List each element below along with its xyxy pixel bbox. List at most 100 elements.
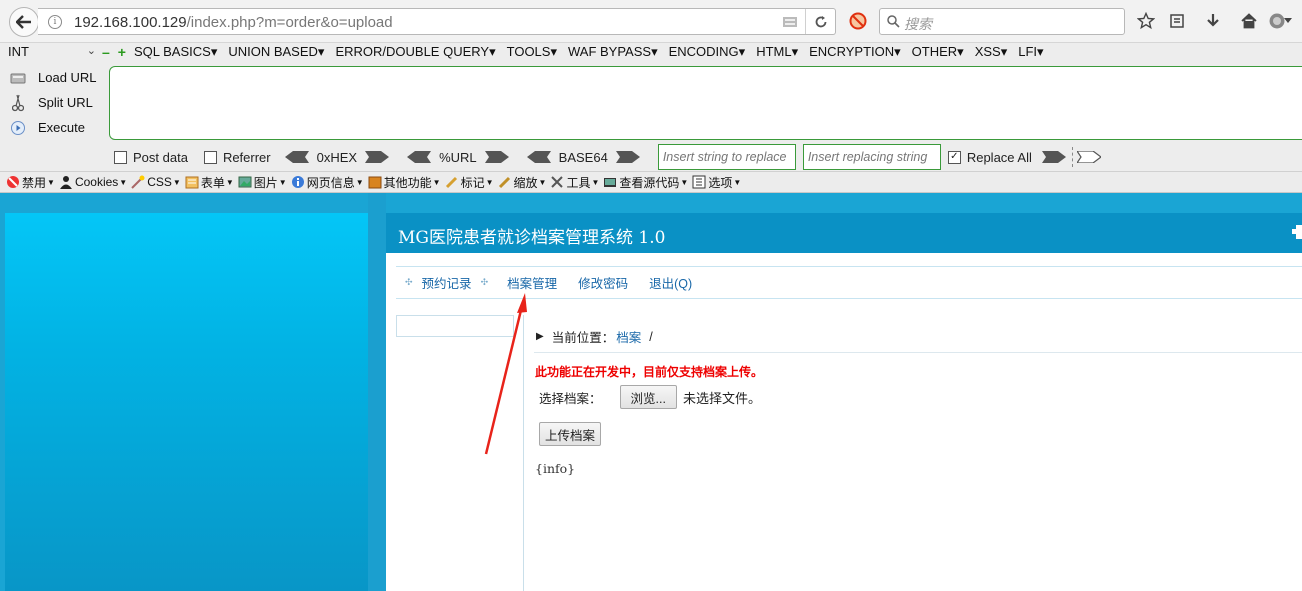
menu-union-based[interactable]: UNION BASED▾ — [228, 44, 324, 60]
browse-button[interactable]: 浏览... — [619, 385, 677, 409]
post-data-option[interactable]: Post data — [114, 150, 188, 165]
info-placeholder: {info} — [535, 461, 576, 476]
chevron-down-icon: ⌄ — [86, 45, 96, 57]
url-path: /index.php?m=order&o=upload — [186, 14, 393, 31]
wd-tools[interactable]: 工具 ▼ — [550, 174, 599, 191]
breadcrumb-link[interactable]: 档案 — [616, 327, 641, 346]
view-source-icon — [604, 178, 617, 187]
referrer-checkbox[interactable] — [203, 150, 217, 164]
block-icon[interactable] — [847, 10, 869, 32]
outline-pencil-icon — [445, 176, 457, 189]
info-icon[interactable]: i — [48, 15, 62, 29]
replace-arrow-icon[interactable] — [1041, 151, 1066, 163]
breadcrumb-divider — [534, 352, 1302, 353]
referrer-label: Referrer — [222, 149, 271, 165]
replace-all-option[interactable]: ✓ Replace All — [947, 150, 1032, 165]
frame-gutter — [368, 193, 386, 591]
url-host: 192.168.100.129 — [74, 14, 187, 31]
replacing-string-input[interactable]: Insert replacing string — [802, 144, 941, 170]
bullet-icon: ✣ — [405, 277, 413, 287]
menu-lfi[interactable]: LFI▾ — [1018, 44, 1043, 60]
menu-encoding[interactable]: ENCODING▾ — [669, 44, 746, 60]
wd-view-source[interactable]: 查看源代码 ▼ — [603, 174, 688, 191]
nav-tabs: ✣ 预约记录 ✣ 档案管理 修改密码 退出(Q) — [396, 266, 1302, 299]
url-textarea[interactable] — [109, 66, 1302, 140]
back-button[interactable] — [9, 7, 39, 37]
decode-arrow-icon[interactable] — [407, 151, 432, 163]
type-select[interactable]: INT ⌄ — [8, 44, 96, 62]
encode-arrow-icon[interactable] — [615, 151, 640, 163]
referrer-option[interactable]: Referrer — [203, 149, 271, 165]
search-placeholder: 搜索 — [904, 16, 932, 32]
url-text[interactable]: 192.168.100.129/index.php?m=order&o=uplo… — [74, 14, 393, 31]
bullet-icon: ✣ — [480, 277, 489, 287]
app-header: MG医院患者就诊档案管理系统 1.0 — [386, 213, 1302, 253]
breadcrumb: ▶ 当前位置： 档案 / — [536, 327, 653, 346]
menu-other[interactable]: OTHER▾ — [912, 44, 964, 60]
bookmark-star-icon[interactable] — [1135, 10, 1157, 32]
execute-button[interactable]: Execute — [8, 115, 100, 140]
plus-icon[interactable]: + — [118, 44, 126, 60]
hackbar-options: Post data Referrer 0xHEX %URL BASE64 Ins… — [114, 144, 1101, 170]
tab-appointments[interactable]: 预约记录 — [422, 273, 472, 292]
load-url-button[interactable]: Load URL — [8, 65, 100, 90]
home-icon[interactable] — [1238, 10, 1260, 32]
reading-list-icon[interactable] — [1166, 10, 1188, 32]
wd-page-info[interactable]: 网页信息 ▼ — [291, 174, 364, 191]
wd-css[interactable]: CSS ▼ — [131, 175, 181, 189]
browser-navbar: i 192.168.100.129/index.php?m=order&o=up… — [0, 0, 1302, 42]
tab-logout[interactable]: 退出(Q) — [649, 273, 692, 292]
app-title: MG医院患者就诊档案管理系统 1.0 — [398, 228, 666, 248]
minus-icon[interactable]: – — [102, 44, 110, 60]
menu-encryption[interactable]: ENCRYPTION▾ — [809, 44, 901, 60]
post-data-checkbox[interactable] — [114, 150, 127, 164]
replace-all-checkbox[interactable]: ✓ — [947, 150, 961, 164]
wd-resize[interactable]: 缩放 ▼ — [498, 174, 546, 191]
misc-icon — [368, 176, 382, 189]
file-label: 选择档案： — [539, 391, 602, 406]
wd-forms[interactable]: 表单 ▼ — [185, 174, 234, 191]
menu-error-double-query[interactable]: ERROR/DOUBLE QUERY▾ — [335, 44, 495, 60]
encode-arrow-icon[interactable] — [484, 151, 509, 163]
menu-html[interactable]: HTML▾ — [756, 44, 798, 60]
replace-next-arrow-icon[interactable] — [1076, 151, 1101, 163]
url-bar[interactable]: i 192.168.100.129/index.php?m=order&o=up… — [38, 8, 836, 35]
search-bar[interactable]: 搜索 — [879, 8, 1125, 35]
wd-disable[interactable]: 禁用 ▼ — [6, 174, 55, 191]
encode-arrow-icon[interactable] — [365, 151, 390, 163]
page-info-icon — [291, 176, 304, 188]
menu-xss[interactable]: XSS▾ — [975, 44, 1008, 60]
breadcrumb-separator: / — [649, 329, 653, 344]
sidebar-box — [396, 315, 514, 337]
separator — [1071, 147, 1073, 167]
replace-string-input[interactable]: Insert string to replace — [657, 144, 796, 170]
split-url-button[interactable]: Split URL — [8, 90, 100, 115]
menu-waf-bypass[interactable]: WAF BYPASS▾ — [568, 44, 658, 60]
wd-cookies[interactable]: Cookies ▼ — [59, 175, 127, 189]
reload-icon[interactable] — [805, 9, 835, 34]
forms-icon — [185, 176, 199, 189]
decode-arrow-icon[interactable] — [526, 151, 551, 163]
plus-icon[interactable] — [1292, 225, 1302, 239]
menu-sql-basics[interactable]: SQL BASICS▾ — [134, 44, 217, 60]
dropdown-arrow-icon[interactable] — [1283, 10, 1293, 32]
wd-options[interactable]: 选项 ▼ — [692, 174, 741, 191]
split-url-label: Split URL — [38, 95, 93, 110]
disable-icon — [7, 176, 19, 188]
encoding-hex-label: 0xHEX — [316, 149, 358, 165]
download-icon[interactable] — [1202, 10, 1224, 32]
images-icon — [238, 176, 252, 188]
tab-records[interactable]: 档案管理 — [507, 273, 557, 292]
back-arrow-icon — [16, 15, 31, 29]
dev-notice: 此功能正在开发中，目前仅支持档案上传。 — [535, 365, 764, 379]
upload-button[interactable]: 上传档案 — [539, 422, 602, 446]
page-viewport: MG医院患者就诊档案管理系统 1.0 ✣ 预约记录 ✣ 档案管理 修改密码 退出… — [0, 193, 1302, 591]
decode-arrow-icon[interactable] — [284, 151, 309, 163]
tab-change-password[interactable]: 修改密码 — [578, 273, 628, 292]
reader-view-icon[interactable] — [775, 9, 805, 34]
wd-misc[interactable]: 其他功能 ▼ — [368, 174, 441, 191]
wd-images[interactable]: 图片 ▼ — [238, 174, 287, 191]
menu-tools[interactable]: TOOLS▾ — [507, 44, 557, 60]
breadcrumb-label: 当前位置： — [551, 331, 615, 345]
wd-outline[interactable]: 标记 ▼ — [445, 174, 494, 191]
